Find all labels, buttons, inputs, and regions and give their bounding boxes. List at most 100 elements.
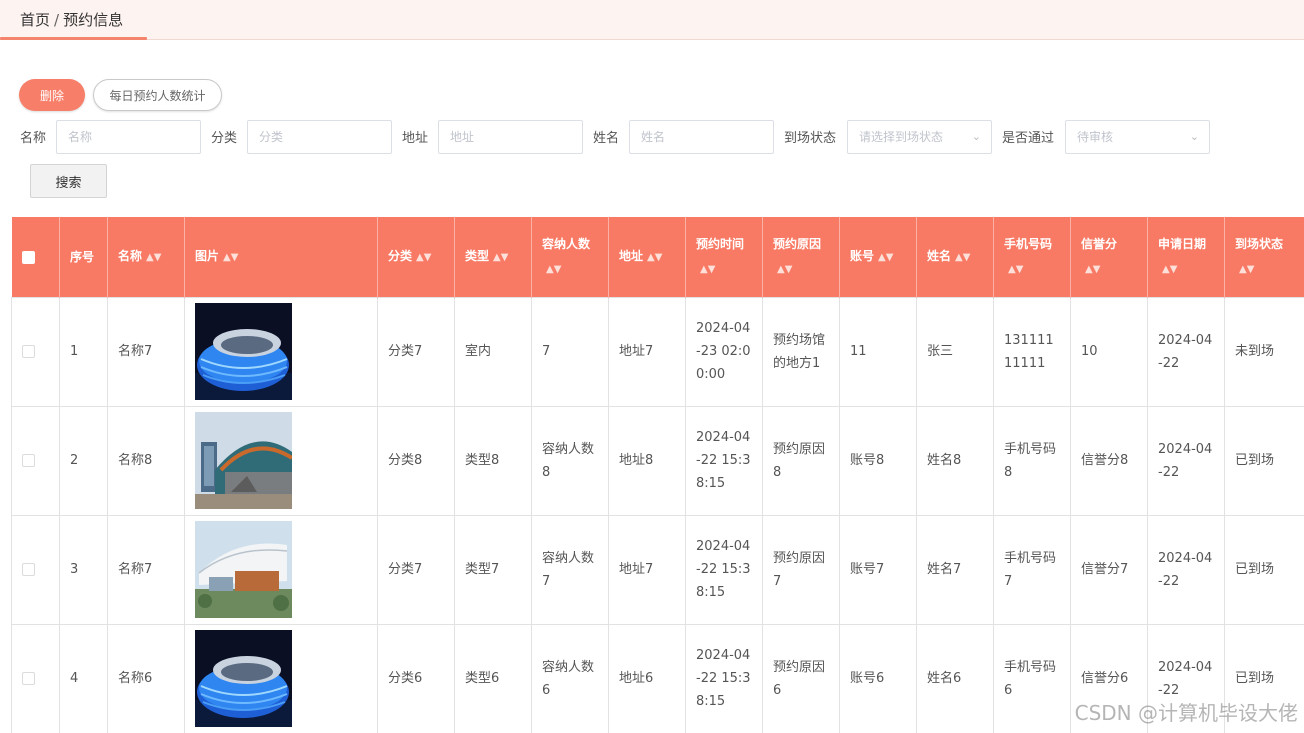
cell-name: 名称8	[107, 405, 185, 516]
cell-time: 2024-04-22 15:38:15	[685, 514, 763, 625]
select-all-checkbox[interactable]	[21, 250, 35, 264]
sort-icon[interactable]: ▲▼	[1239, 264, 1254, 275]
row-checkbox[interactable]	[22, 345, 35, 358]
column-header[interactable]: 申请日期 ▲▼	[1147, 217, 1225, 297]
row-select-cell[interactable]	[11, 405, 60, 516]
row-select-cell[interactable]	[11, 296, 60, 407]
cell-image	[184, 405, 378, 516]
cell-date: 2024-04-22	[1147, 296, 1225, 407]
search-button[interactable]: 搜索	[30, 164, 107, 198]
cell-person: 张三	[916, 296, 994, 407]
filter-person-input[interactable]	[641, 122, 762, 152]
table-header-row: 序号 名称 ▲▼ 图片 ▲▼ 分类 ▲▼ 类型 ▲▼ 容纳人数 ▲▼ 地址 ▲▼ 预约时间 ▲…	[11, 217, 1304, 297]
cell-time: 2024-04-22 15:38:15	[685, 623, 763, 733]
sort-icon[interactable]: ▲▼	[955, 252, 970, 263]
cell-name: 名称7	[107, 514, 185, 625]
column-header-label: 信誉分	[1081, 236, 1118, 251]
daily-stats-button[interactable]: 每日预约人数统计	[93, 79, 222, 111]
cell-address: 地址8	[608, 405, 686, 516]
cell-reason: 预约场馆的地方1	[762, 296, 840, 407]
sort-icon[interactable]: ▲▼	[223, 252, 238, 263]
cell-capacity: 容纳人数7	[531, 514, 609, 625]
column-header-label: 图片	[195, 248, 220, 263]
column-header[interactable]: 账号 ▲▼	[839, 217, 917, 297]
cell-account: 账号6	[839, 623, 917, 733]
chevron-down-icon: ⌄	[971, 130, 981, 143]
row-checkbox[interactable]	[22, 563, 35, 576]
cell-credit: 信誉分8	[1070, 405, 1148, 516]
column-header[interactable]: 到场状态 ▲▼	[1224, 217, 1304, 297]
column-header[interactable]: 信誉分 ▲▼	[1070, 217, 1148, 297]
column-header-label: 名称	[118, 248, 143, 263]
sort-icon[interactable]: ▲▼	[493, 252, 508, 263]
stadium-white-image	[195, 521, 292, 618]
filter-person-field[interactable]	[629, 120, 774, 154]
column-header[interactable]: 分类 ▲▼	[377, 217, 455, 297]
breadcrumb-home[interactable]: 首页	[20, 11, 50, 29]
sort-icon[interactable]: ▲▼	[700, 264, 715, 275]
table-row[interactable]: 2 名称8 分类8 类型8 容纳人数8 地址8 2024-04-22 15:38:15 预约原…	[11, 405, 1304, 516]
cell-category: 分类8	[377, 405, 455, 516]
filter-name-input[interactable]	[68, 122, 189, 152]
column-header[interactable]: 手机号码 ▲▼	[993, 217, 1071, 297]
sort-icon[interactable]: ▲▼	[878, 252, 893, 263]
cell-status: 未到场	[1224, 296, 1304, 407]
row-select-cell[interactable]	[11, 514, 60, 625]
arrival-status-placeholder: 请选择到场状态	[859, 130, 944, 144]
sort-icon[interactable]: ▲▼	[1085, 264, 1100, 275]
breadcrumb-current: 预约信息	[63, 11, 124, 29]
cell-capacity: 容纳人数6	[531, 623, 609, 733]
column-header[interactable]: 地址 ▲▼	[608, 217, 686, 297]
cell-index: 1	[59, 296, 108, 407]
sort-icon[interactable]: ▲▼	[546, 264, 561, 275]
cell-account: 账号7	[839, 514, 917, 625]
approved-select[interactable]: 待审核 ⌄	[1065, 120, 1210, 154]
cell-phone: 手机号码8	[993, 405, 1071, 516]
stadium-night-image	[195, 303, 292, 400]
sort-icon[interactable]: ▲▼	[416, 252, 431, 263]
row-checkbox[interactable]	[22, 672, 35, 685]
cell-status: 已到场	[1224, 514, 1304, 625]
sort-icon[interactable]: ▲▼	[1162, 264, 1177, 275]
cell-address: 地址7	[608, 296, 686, 407]
column-header[interactable]: 类型 ▲▼	[454, 217, 532, 297]
column-header[interactable]: 预约原因 ▲▼	[762, 217, 840, 297]
sort-icon[interactable]: ▲▼	[647, 252, 662, 263]
filter-address-field[interactable]	[438, 120, 583, 154]
column-header[interactable]: 预约时间 ▲▼	[685, 217, 763, 297]
arrival-status-select[interactable]: 请选择到场状态 ⌄	[847, 120, 992, 154]
sort-icon[interactable]: ▲▼	[1008, 264, 1023, 275]
filter-category-field[interactable]	[247, 120, 392, 154]
table-row[interactable]: 3 名称7 分类7 类型7 容纳人数7 地址7 2024-04-22 15:38:15 预约原…	[11, 514, 1304, 625]
column-header[interactable]: 图片 ▲▼	[184, 217, 378, 297]
cell-time: 2024-04-23 02:00:00	[685, 296, 763, 407]
cell-capacity: 7	[531, 296, 609, 407]
filter-name-field[interactable]	[56, 120, 201, 154]
delete-button[interactable]: 删除	[19, 79, 85, 111]
filter-approved-label: 是否通过	[1002, 131, 1055, 146]
select-all-cell[interactable]	[11, 217, 60, 297]
filter-category-input[interactable]	[259, 122, 380, 152]
active-tab-indicator	[0, 37, 147, 40]
cell-name: 名称7	[107, 296, 185, 407]
column-header-label: 到场状态	[1235, 236, 1284, 251]
cell-category: 分类6	[377, 623, 455, 733]
row-checkbox[interactable]	[22, 454, 35, 467]
column-header-label: 账号	[850, 248, 875, 263]
cell-status: 已到场	[1224, 405, 1304, 516]
cell-image	[184, 296, 378, 407]
cell-credit: 信誉分7	[1070, 514, 1148, 625]
row-select-cell[interactable]	[11, 623, 60, 733]
column-header[interactable]: 姓名 ▲▼	[916, 217, 994, 297]
table-row[interactable]: 1 名称7 分类7 室内 7 地址7 2024-04-23 02:00:00 预约场馆的地方1…	[11, 296, 1304, 407]
reservation-table: 序号 名称 ▲▼ 图片 ▲▼ 分类 ▲▼ 类型 ▲▼ 容纳人数 ▲▼ 地址 ▲▼ 预约时间 ▲…	[11, 217, 1304, 733]
sort-icon[interactable]: ▲▼	[777, 264, 792, 275]
cell-category: 分类7	[377, 514, 455, 625]
sort-icon[interactable]: ▲▼	[146, 252, 161, 263]
cell-account: 账号8	[839, 405, 917, 516]
cell-person: 姓名7	[916, 514, 994, 625]
filter-address-input[interactable]	[450, 122, 571, 152]
cell-account: 11	[839, 296, 917, 407]
column-header[interactable]: 容纳人数 ▲▼	[531, 217, 609, 297]
column-header[interactable]: 名称 ▲▼	[107, 217, 185, 297]
